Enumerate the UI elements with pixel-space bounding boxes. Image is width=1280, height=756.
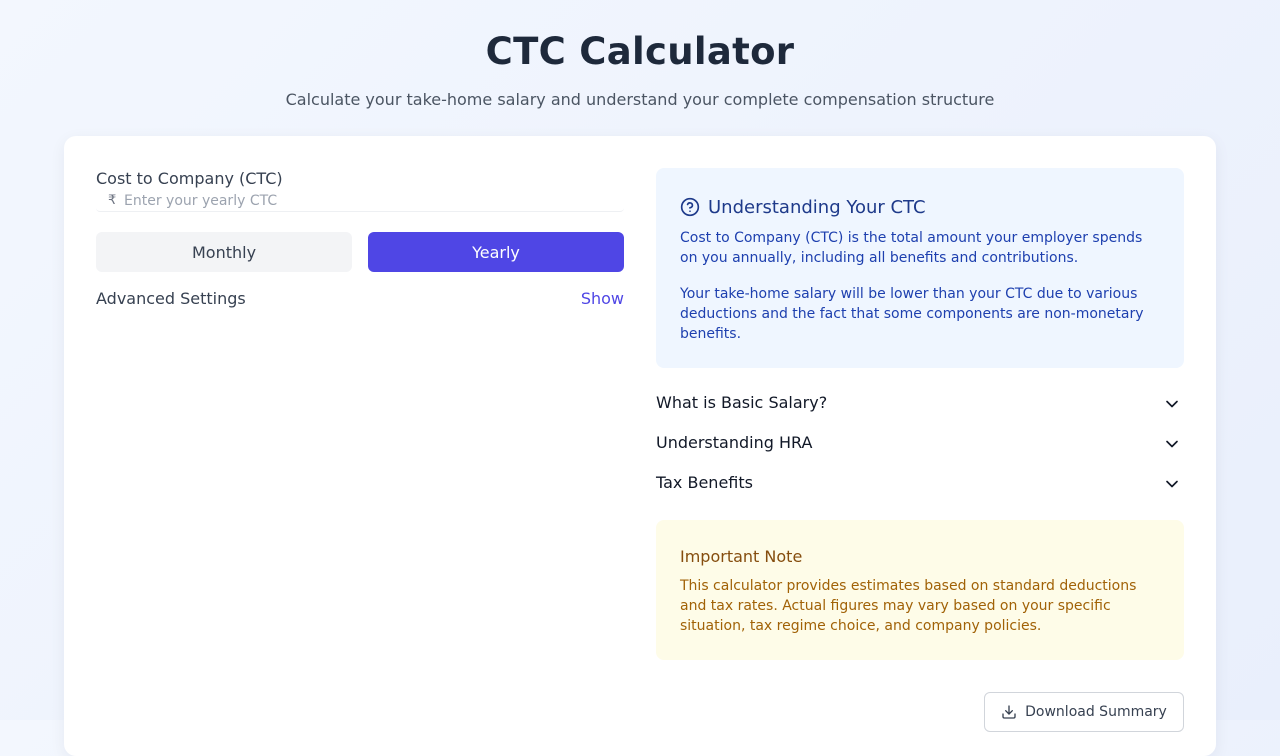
ctc-input-wrapper: ₹ [96,190,624,212]
faq-tax-benefits[interactable]: Tax Benefits [656,463,1184,503]
calculator-panel: Cost to Company (CTC) ₹ Monthly Yearly A… [96,168,624,308]
page-subtitle: Calculate your take-home salary and unde… [285,90,995,109]
period-toggle: Monthly Yearly [96,232,624,272]
faq-label: Understanding HRA [656,433,813,452]
note-text: This calculator provides estimates based… [680,578,1137,634]
info-title: Understanding Your CTC [708,196,926,218]
advanced-settings-toggle[interactable]: Show [581,289,624,308]
download-summary-label: Download Summary [1025,704,1167,720]
download-icon [1002,705,1016,719]
info-paragraph: Your take-home salary will be lower than… [680,286,1144,342]
important-note-box: Important Note This calculator provides … [656,520,1184,660]
faq-label: Tax Benefits [656,473,753,492]
advanced-settings-label: Advanced Settings [96,289,246,308]
monthly-button[interactable]: Monthly [96,232,352,272]
faq-label: What is Basic Salary? [656,393,828,412]
understanding-ctc-box: Understanding Your CTC Cost to Company (… [656,168,1184,368]
note-title: Important Note [680,547,803,566]
faq-understanding-hra[interactable]: Understanding HRA [656,423,1184,463]
chevron-down-icon [1166,440,1178,448]
ctc-input[interactable] [96,190,624,212]
page-title: CTC Calculator [485,30,795,73]
chevron-down-icon [1166,480,1178,488]
advanced-settings-row: Advanced Settings Show [96,289,624,311]
info-header: Understanding Your CTC [680,194,1160,220]
yearly-button[interactable]: Yearly [368,232,624,272]
info-paragraph: Cost to Company (CTC) is the total amoun… [680,230,1143,266]
ctc-label: Cost to Company (CTC) [96,169,283,188]
faq-basic-salary[interactable]: What is Basic Salary? [656,383,1184,423]
chevron-down-icon [1166,400,1178,408]
page-header: CTC Calculator Calculate your take-home … [0,0,1280,111]
download-summary-button[interactable]: Download Summary [984,692,1184,732]
question-circle-icon [680,197,700,217]
info-panel: Understanding Your CTC Cost to Company (… [656,168,1184,660]
calculator-card: Cost to Company (CTC) ₹ Monthly Yearly A… [64,136,1216,756]
